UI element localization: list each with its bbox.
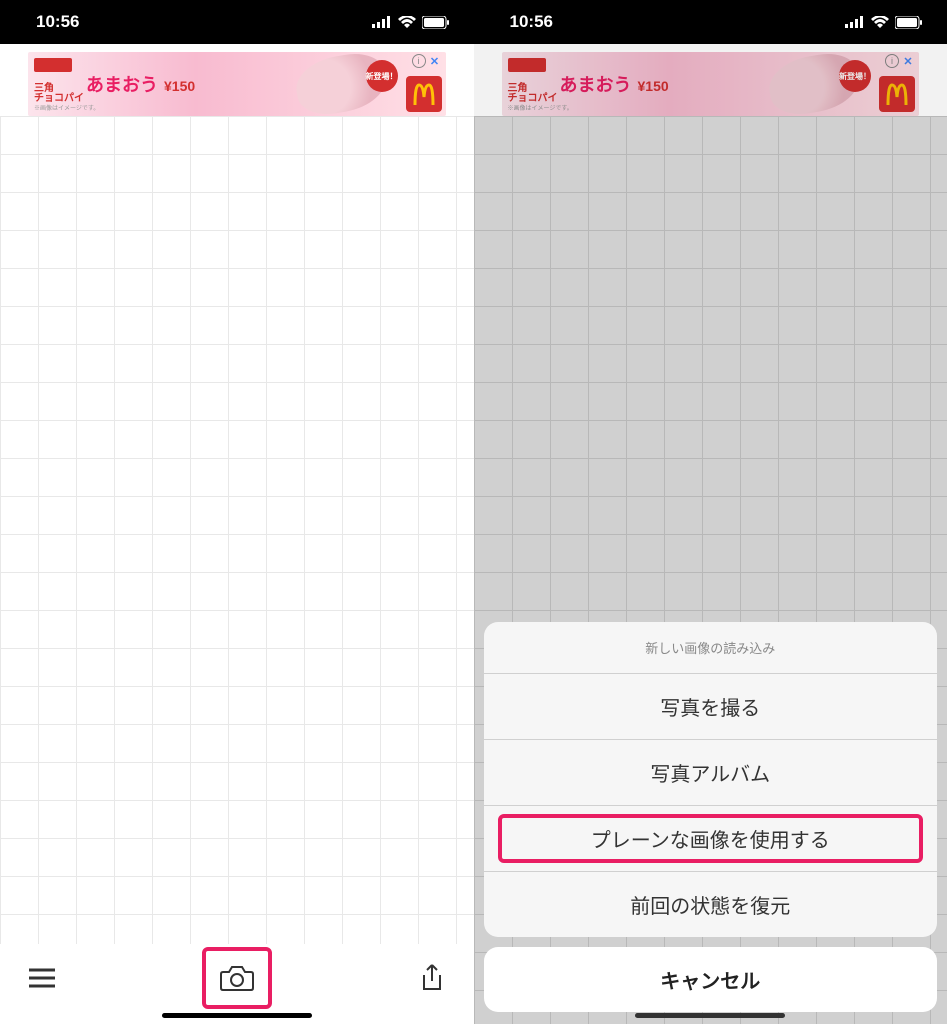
ad-text: 三角 チョコパイ あまおう ¥150 xyxy=(508,76,669,104)
sheet-option-photo-album[interactable]: 写真アルバム xyxy=(484,740,938,806)
status-bar: 10:56 xyxy=(0,0,474,44)
home-indicator[interactable] xyxy=(635,1013,785,1018)
share-button[interactable] xyxy=(414,960,450,996)
ad-tag xyxy=(508,58,546,72)
action-sheet: 新しい画像の読み込み 写真を撮る 写真アルバム プレーンな画像を使用する 前回の… xyxy=(474,614,947,1024)
ad-info-controls: i ✕ xyxy=(412,54,442,68)
wifi-icon xyxy=(871,16,889,28)
sheet-option-restore-previous[interactable]: 前回の状態を復元 xyxy=(484,872,938,937)
bottom-toolbar xyxy=(0,944,474,1024)
camera-button-highlight xyxy=(202,947,272,1009)
ad-info-controls: i ✕ xyxy=(885,54,915,68)
ad-brand: あまおう xyxy=(86,76,158,94)
ad-tag xyxy=(34,58,72,72)
status-time: 10:56 xyxy=(36,12,79,32)
ad-close-icon[interactable]: ✕ xyxy=(901,54,915,68)
sheet-option-use-plain-image[interactable]: プレーンな画像を使用する xyxy=(484,806,938,872)
ad-price: ¥150 xyxy=(638,78,669,94)
phone-screen-right: 10:56 三角 チョコパイ あまおう ¥150 ※画像はイメージです。 新登場… xyxy=(474,0,947,1024)
hamburger-icon xyxy=(29,968,55,988)
action-sheet-group: 新しい画像の読み込み 写真を撮る 写真アルバム プレーンな画像を使用する 前回の… xyxy=(484,622,938,937)
ad-line1: 三角 チョコパイ xyxy=(34,84,84,104)
status-icons xyxy=(845,16,923,29)
ad-info-icon[interactable]: i xyxy=(412,54,426,68)
ad-banner[interactable]: 三角 チョコパイ あまおう ¥150 ※画像はイメージです。 新登場！ i ✕ xyxy=(28,52,446,116)
camera-icon xyxy=(219,964,255,992)
cellular-icon xyxy=(372,16,392,28)
ad-line1: 三角 チョコパイ xyxy=(508,84,558,104)
sheet-option-take-photo[interactable]: 写真を撮る xyxy=(484,674,938,740)
status-bar: 10:56 xyxy=(474,0,947,44)
battery-icon xyxy=(895,16,923,29)
camera-button[interactable] xyxy=(219,960,255,996)
canvas-grid[interactable] xyxy=(0,116,474,1024)
share-icon xyxy=(420,963,444,993)
sheet-cancel-button[interactable]: キャンセル xyxy=(484,947,938,1012)
phone-screen-left: 10:56 三角 チョコパイ あまおう ¥150 ※画像はイメージです。 新登場… xyxy=(0,0,474,1024)
mcdonalds-logo-icon xyxy=(879,76,915,112)
ad-close-icon[interactable]: ✕ xyxy=(428,54,442,68)
ad-badge: 新登場！ xyxy=(839,60,871,92)
ad-subtext: ※画像はイメージです。 xyxy=(508,103,573,112)
menu-button[interactable] xyxy=(24,960,60,996)
ad-brand: あまおう xyxy=(560,76,632,94)
status-icons xyxy=(372,16,450,29)
ad-badge: 新登場！ xyxy=(366,60,398,92)
ad-subtext: ※画像はイメージです。 xyxy=(34,103,99,112)
ad-text: 三角 チョコパイ あまおう ¥150 xyxy=(34,76,195,104)
action-sheet-title: 新しい画像の読み込み xyxy=(484,622,938,674)
battery-icon xyxy=(422,16,450,29)
mcdonalds-logo-icon xyxy=(406,76,442,112)
ad-info-icon[interactable]: i xyxy=(885,54,899,68)
ad-banner[interactable]: 三角 チョコパイ あまおう ¥150 ※画像はイメージです。 新登場！ i ✕ xyxy=(502,52,920,116)
ad-price: ¥150 xyxy=(164,78,195,94)
wifi-icon xyxy=(398,16,416,28)
home-indicator[interactable] xyxy=(162,1013,312,1018)
status-time: 10:56 xyxy=(510,12,553,32)
cellular-icon xyxy=(845,16,865,28)
